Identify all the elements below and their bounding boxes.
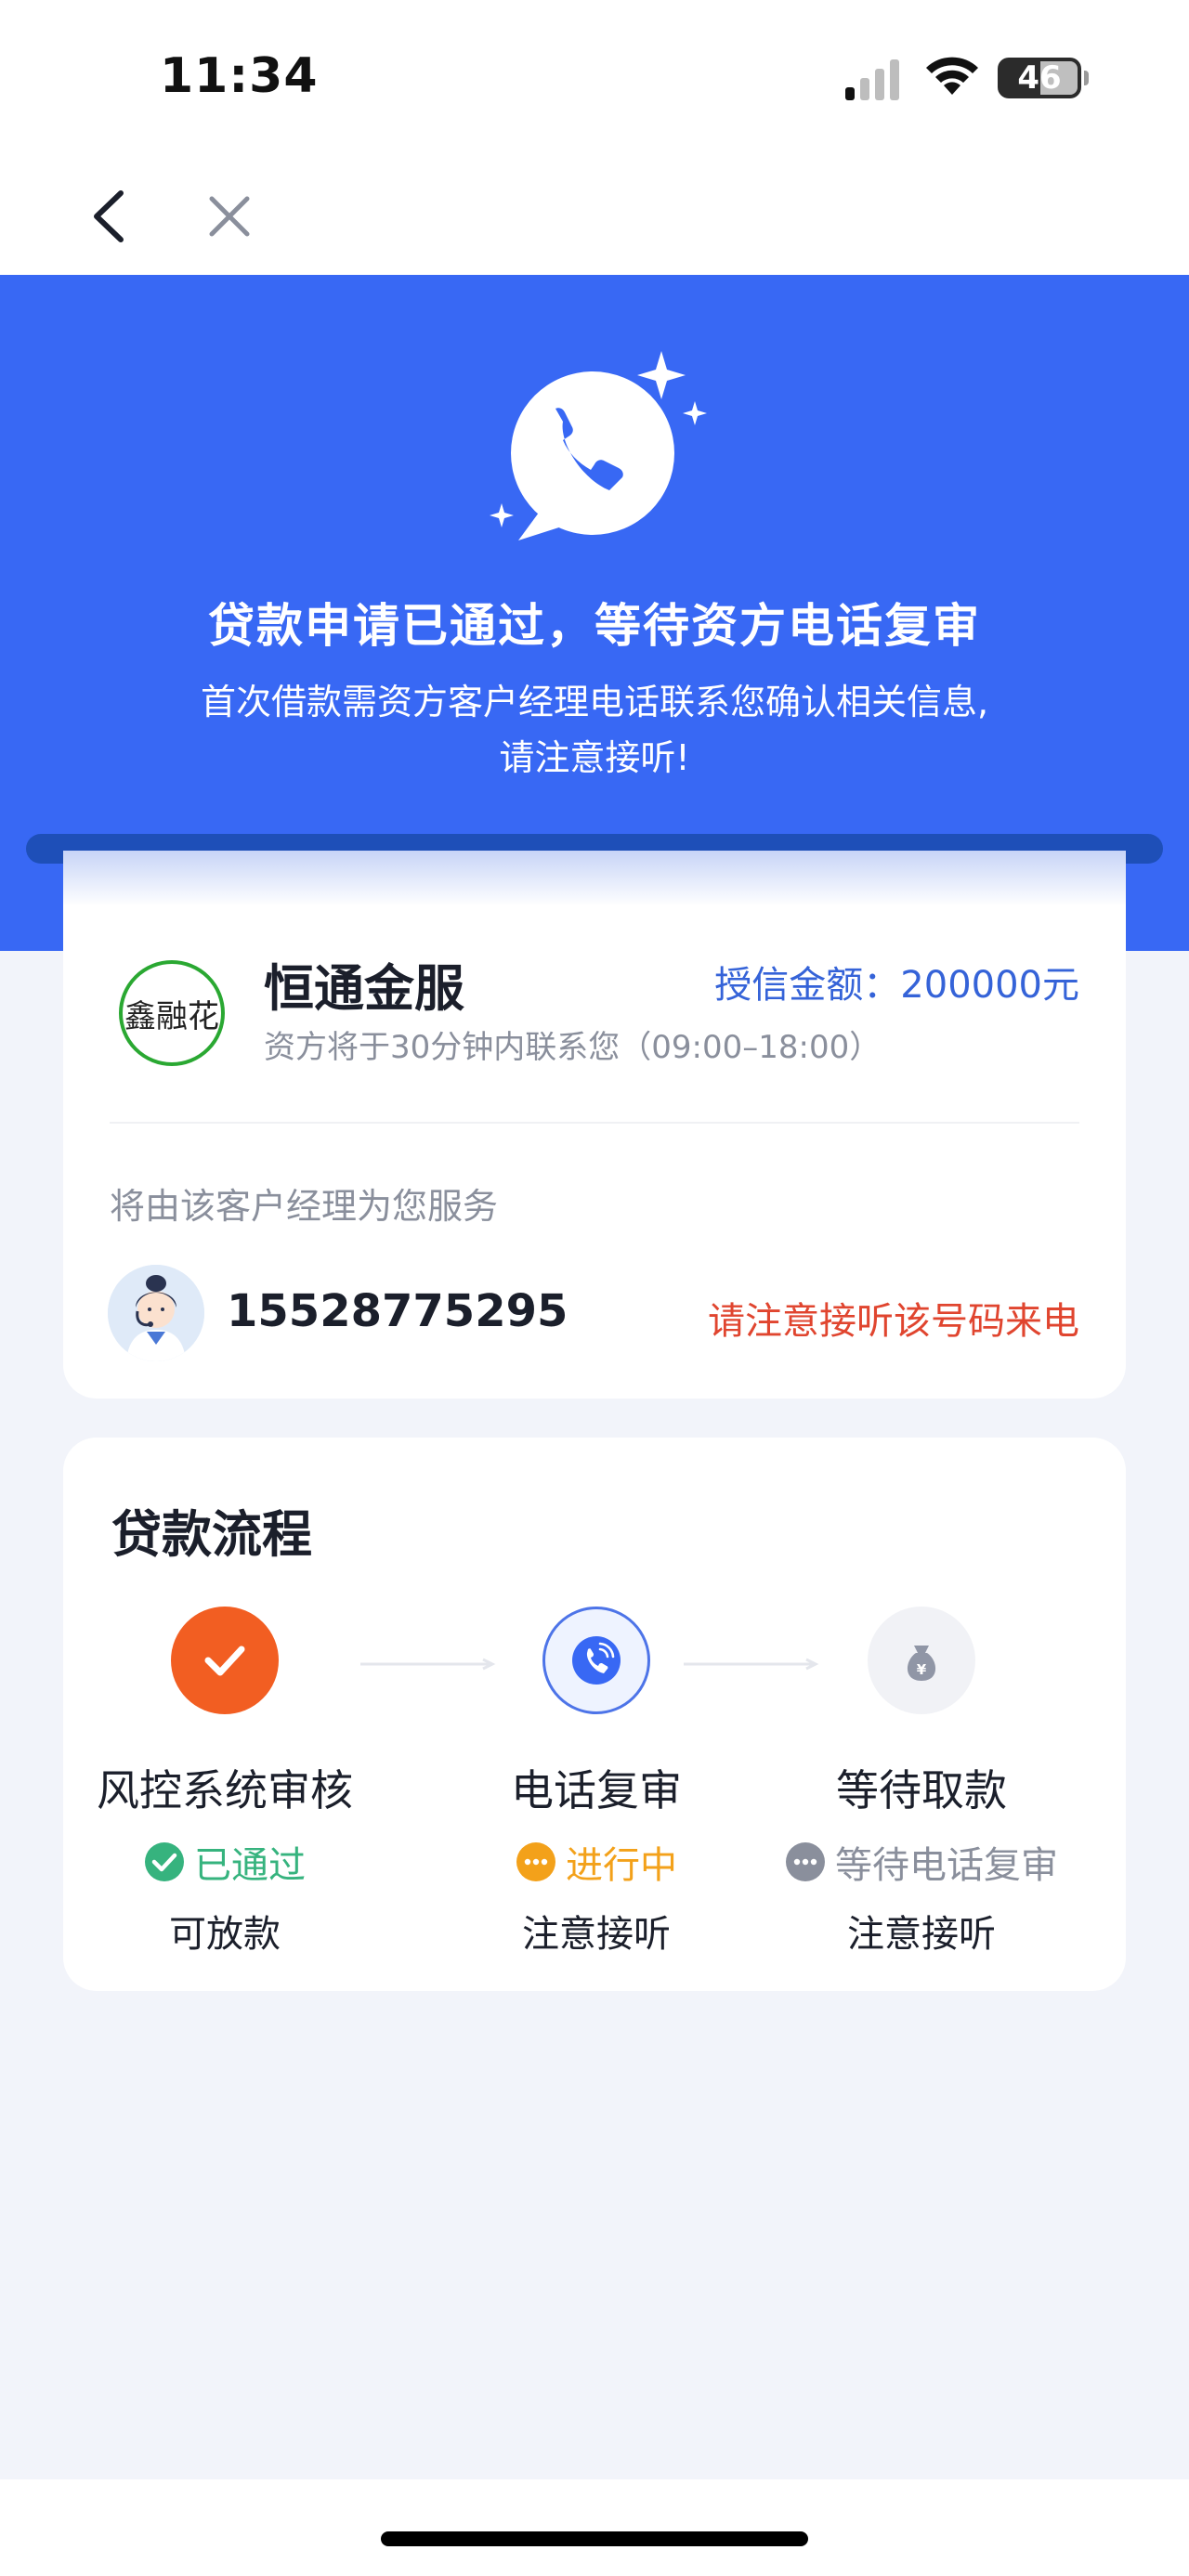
flow-step-risk-review: 风控系统审核 已通过 可放款 [63,1607,383,1959]
status-bar: 11:34 46 [0,0,1189,158]
close-button[interactable] [201,186,258,247]
step-note: 注意接听 [522,1913,671,1956]
step-circle: ¥ [868,1607,975,1714]
company-name: 恒通金服 [264,959,464,1018]
step-note: 可放款 [169,1913,281,1956]
more-dots-icon [516,1842,555,1881]
step-name: 电话复审 [511,1765,682,1815]
step-note: 注意接听 [847,1913,996,1956]
phone-notice: 请注意接听该号码来电 [708,1300,1079,1343]
more-dots-icon [786,1842,825,1881]
company-logo-text: 鑫融花 [124,997,219,1035]
svg-text:¥: ¥ [917,1661,927,1678]
status-time: 11:34 [160,48,319,104]
divider [110,1122,1079,1124]
flow-step-withdraw: ¥ 等待取款 等待电话复审 注意接听 [760,1607,1079,1959]
manager-phone-number[interactable]: 15528775295 [227,1285,568,1337]
money-bag-icon: ¥ [907,1646,936,1681]
company-logo: 鑫融花 [119,960,225,1066]
step-name: 等待取款 [836,1765,1007,1815]
lender-card: 鑫融花 恒通金服 授信金额：200000元 资方将于30分钟内联系您（09:00… [63,851,1126,1399]
step-status: 进行中 [435,1835,758,1889]
step-name: 风控系统审核 [97,1765,353,1815]
approval-hero-banner: 贷款申请已通过，等待资方电话复审 首次借款需资方客户经理电话联系您确认相关信息,… [0,275,1189,951]
step-circle [171,1607,279,1714]
step-circle [542,1607,650,1714]
check-circle-icon [145,1842,184,1881]
step-status-label: 等待电话复审 [835,1844,1058,1887]
battery-level: 46 [1017,59,1062,97]
credit-amount: 授信金额：200000元 [714,964,1079,1007]
back-button[interactable] [84,186,139,247]
card-top-gradient [63,851,1126,906]
battery-icon: 46 [998,58,1089,98]
manager-avatar [108,1265,204,1361]
phone-call-icon [572,1636,621,1685]
cellular-signal-icon [845,59,899,100]
home-indicator[interactable] [381,2531,808,2546]
step-status-label: 已通过 [194,1844,306,1887]
nav-bar [0,158,1189,275]
loan-flow-card: 贷款流程 风控系统审核 已通过 可放款 电话复审 进行中 注意接听 ¥ 等待取款… [63,1438,1126,1991]
step-status: 已通过 [63,1835,386,1889]
wifi-icon [926,57,978,95]
bottom-bar [0,2479,1189,2576]
flow-title: 贷款流程 [111,1505,312,1564]
phone-bubble-icon [474,331,707,544]
contact-time-description: 资方将于30分钟内联系您（09:00–18:00） [264,1029,882,1066]
flow-step-phone-review: 电话复审 进行中 注意接听 [435,1607,754,1959]
hero-title: 贷款申请已通过，等待资方电话复审 [208,599,981,653]
step-status-label: 进行中 [566,1844,677,1887]
hero-subtitle: 首次借款需资方客户经理电话联系您确认相关信息, 请注意接听! [200,682,989,778]
step-status: 等待电话复审 [760,1835,1083,1889]
check-icon [204,1646,245,1676]
manager-label: 将由该客户经理为您服务 [110,1186,499,1227]
